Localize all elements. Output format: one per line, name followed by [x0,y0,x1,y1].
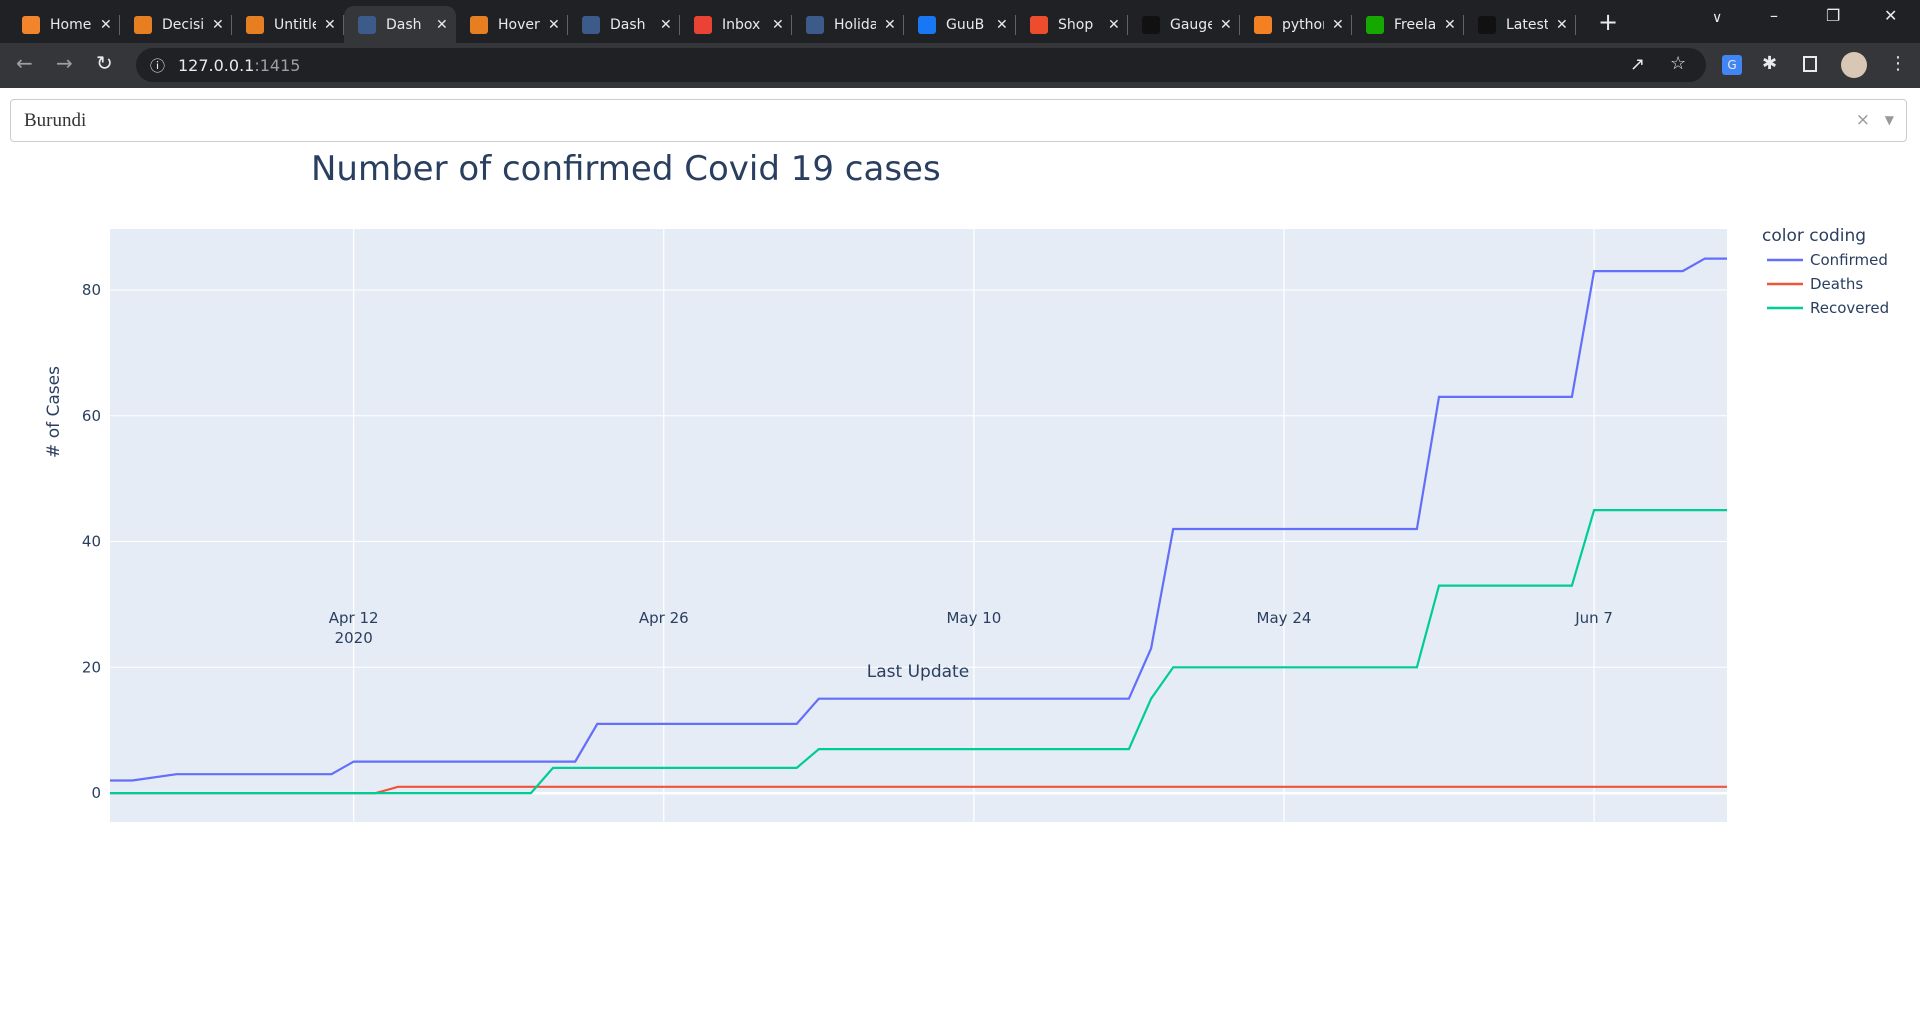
legend-title: color coding [1762,226,1866,246]
x-tick-label: May 10 [946,609,1001,627]
y-tick-label: 0 [91,784,101,802]
x-tick-label: Apr 12 [329,609,379,627]
legend: color coding Confirmed Deaths Recovered [1762,226,1889,317]
legend-item-deaths[interactable]: Deaths [1810,275,1863,293]
legend-item-recovered[interactable]: Recovered [1810,299,1889,317]
covid-line-chart: 0 20 40 60 80 Apr 12 2020 Apr 26 May 10 May 24 Jun… [44,149,1889,822]
legend-item-confirmed[interactable]: Confirmed [1810,251,1888,269]
y-tick-label: 60 [82,407,101,425]
plot-area [110,229,1727,822]
x-tick-year-label: 2020 [335,629,373,647]
chart-title: Number of confirmed Covid 19 cases [311,149,941,189]
x-tick-label: Apr 26 [639,609,689,627]
y-axis-title: # of Cases [44,366,64,458]
x-tick-label: Jun 7 [1574,609,1613,627]
y-tick-label: 80 [82,281,101,299]
y-tick-label: 20 [82,658,101,676]
y-tick-label: 40 [82,533,101,551]
x-axis-title: Last Update [867,662,969,682]
x-tick-label: May 24 [1257,609,1312,627]
